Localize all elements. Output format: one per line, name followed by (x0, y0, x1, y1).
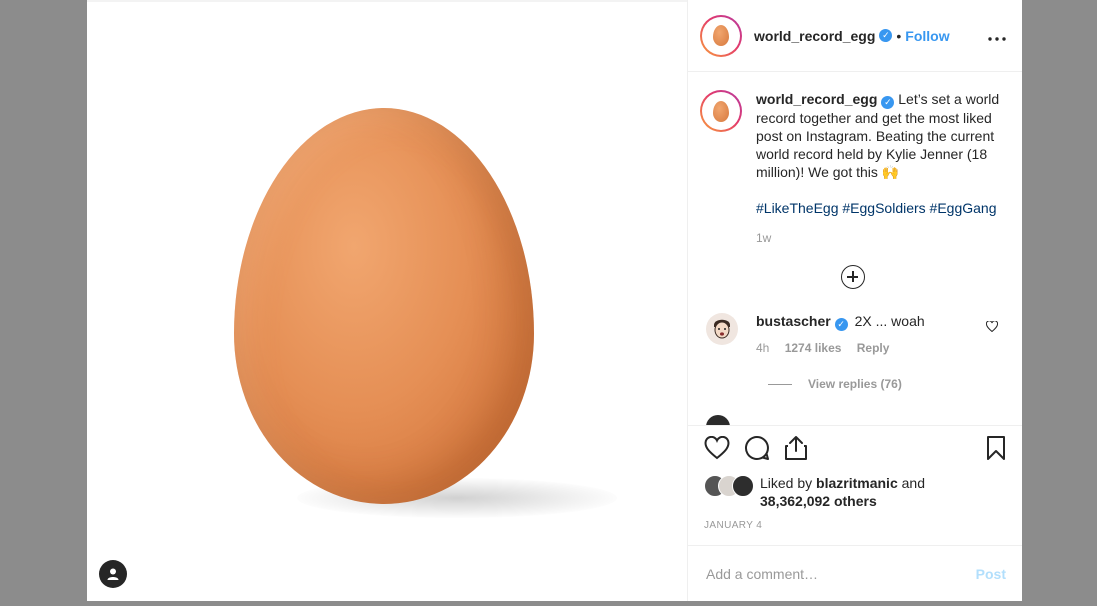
likes-count[interactable]: 38,362,092 others (760, 493, 877, 509)
view-replies-button[interactable]: View replies (76) (768, 377, 1006, 391)
commenter-avatar[interactable] (706, 313, 738, 345)
add-comment-bar: Post (688, 545, 1022, 601)
follow-button[interactable]: Follow (905, 28, 949, 44)
post-sidebar: world_record_egg ✓ • Follow world_record… (688, 0, 1022, 601)
egg-avatar-icon (713, 25, 729, 46)
comments-section[interactable]: world_record_egg ✓ Let’s set a world reco… (688, 72, 1022, 426)
comment-bubble-icon[interactable] (744, 435, 770, 466)
verified-badge-icon: ✓ (879, 29, 893, 42)
load-more-comments-button[interactable] (841, 265, 865, 289)
next-comment-avatar (706, 415, 730, 425)
reply-button[interactable]: Reply (857, 341, 890, 355)
photo-top-edge (87, 0, 687, 2)
post-header: world_record_egg ✓ • Follow (688, 0, 1022, 72)
caption-avatar[interactable] (700, 90, 742, 132)
bookmark-icon[interactable] (986, 435, 1006, 466)
comment-text: 2X ... woah (854, 313, 925, 329)
comment-username[interactable]: bustascher (756, 313, 831, 329)
post-actions: Liked by blazritmanic and 38,362,092 oth… (688, 426, 1022, 545)
caption: world_record_egg ✓ Let’s set a world reco… (700, 90, 1006, 247)
liked-by-prefix: Liked by (760, 475, 813, 491)
share-icon[interactable] (784, 435, 808, 466)
egg-image (234, 108, 534, 504)
like-heart-icon[interactable] (704, 435, 730, 465)
header-separator: • (896, 27, 902, 44)
comment-like-heart-icon[interactable] (985, 319, 999, 337)
liker-avatars[interactable] (704, 475, 754, 497)
comment-time: 4h (756, 341, 770, 355)
likes-summary: Liked by blazritmanic and 38,362,092 oth… (704, 474, 1006, 510)
user-tag-icon[interactable] (99, 560, 127, 588)
post-modal: world_record_egg ✓ • Follow world_record… (87, 0, 1022, 601)
view-replies-label: View replies (76) (808, 377, 902, 391)
header-username[interactable]: world_record_egg (754, 28, 875, 44)
liked-by-user[interactable]: blazritmanic (816, 475, 898, 491)
egg-avatar-icon (713, 100, 729, 122)
comment-input[interactable] (704, 564, 976, 583)
verified-badge-icon: ✓ (834, 318, 848, 331)
comment-item: bustascher ✓ 2X ... woah 4h 1274 likes Re… (700, 313, 1006, 355)
liked-by-and: and (901, 475, 925, 491)
post-date[interactable]: JANUARY 4 (704, 520, 1006, 545)
verified-badge-icon: ✓ (881, 96, 895, 109)
post-photo[interactable] (87, 0, 688, 601)
more-options-icon[interactable] (988, 25, 1006, 46)
caption-username[interactable]: world_record_egg (756, 91, 877, 107)
comment-likes[interactable]: 1274 likes (785, 341, 842, 355)
avatar[interactable] (700, 14, 742, 57)
caption-hashtags[interactable]: #LikeTheEgg #EggSoldiers #EggGang (756, 199, 1006, 217)
post-comment-button[interactable]: Post (976, 566, 1006, 582)
caption-time: 1w (756, 231, 772, 245)
